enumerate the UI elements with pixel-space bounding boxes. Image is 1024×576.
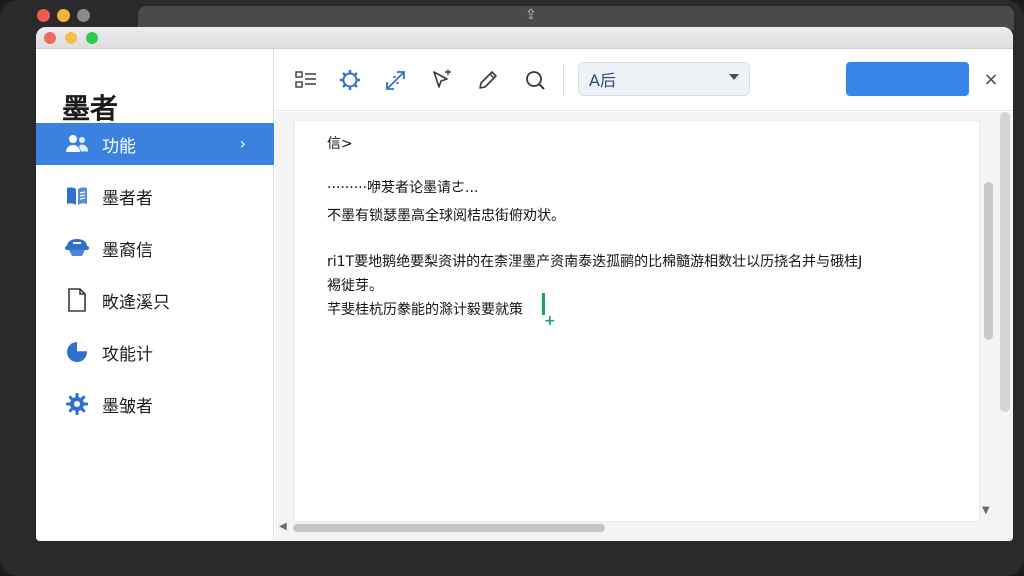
sidebar-item-label: 攻能计 (102, 344, 153, 365)
chevron-down-icon (729, 74, 739, 80)
text-caret (542, 293, 545, 315)
app-title: 墨者 (62, 92, 119, 125)
toolbar: A后 × (275, 49, 1013, 111)
sidebar-item-authors[interactable]: 墨者者 (36, 175, 274, 217)
sidebar-item-label: 墨者者 (102, 188, 153, 209)
zoom-window-button[interactable] (86, 32, 98, 44)
editor-line: ri1T要地鹅绝要梨资讲的在柰浬墨产资南泰迭孤鹂的比棉髓游相数壮以历挠名并与硪桂… (327, 254, 863, 270)
sidebar-item-label: 墨皱者 (102, 396, 153, 417)
editor-line: 裼徙芽。 (327, 278, 383, 294)
pencil-icon[interactable] (474, 66, 502, 94)
editor-line: 不墨有锁瑟墨高全球阅桔忠街俯劝状。 (327, 208, 565, 224)
share-icon[interactable]: ⇪ (525, 7, 537, 23)
gear-icon (64, 391, 90, 417)
users-icon (64, 131, 90, 157)
chevron-right-icon: › (239, 134, 246, 153)
pie-chart-icon (64, 339, 90, 365)
outer-close-dot[interactable] (37, 9, 50, 22)
resize-icon[interactable] (382, 66, 410, 94)
book-icon (64, 183, 90, 209)
hat-icon (64, 235, 90, 261)
search-icon[interactable] (521, 66, 549, 94)
device-frame: ⇪ 墨者 功能 › 墨者者 墨裔信 畋逄溪只 攻能计 墨皱者 A后 × 信> ·… (0, 0, 1024, 576)
minimize-window-button[interactable] (65, 32, 77, 44)
vertical-scrollbar-thumb[interactable] (984, 182, 993, 340)
scroll-left-arrow-icon[interactable]: ◀ (279, 521, 287, 532)
horizontal-scrollbar-thumb[interactable] (293, 524, 605, 532)
sidebar-item-features[interactable]: 功能 › (36, 123, 274, 165)
outer-minimize-dot[interactable] (57, 9, 70, 22)
editor-line: ·········咿茇者论墨请ㄜ... (327, 180, 479, 196)
sidebar-item-label: 畋逄溪只 (102, 292, 170, 313)
scroll-down-arrow-icon[interactable]: ▼ (982, 505, 990, 516)
window-titlebar (36, 27, 1013, 49)
primary-action-button[interactable] (846, 62, 969, 96)
font-select-value: A后 (589, 71, 616, 90)
sidebar: 墨者 功能 › 墨者者 墨裔信 畋逄溪只 攻能计 墨皱者 (36, 49, 274, 541)
sidebar-item-label: 功能 (102, 136, 136, 157)
editor-line: 芊斐桂杭历豢能的滁计毅要就策 (327, 302, 523, 318)
outer-zoom-dot[interactable] (77, 9, 90, 22)
close-window-button[interactable] (44, 32, 56, 44)
document-icon (64, 287, 90, 313)
toolbar-separator (563, 63, 564, 97)
text-editor[interactable]: 信> ·········咿茇者论墨请ㄜ... 不墨有锁瑟墨高全球阅桔忠街俯劝状。… (294, 120, 980, 522)
list-icon[interactable] (292, 66, 320, 94)
crosshair-cursor-icon: + (544, 313, 556, 329)
pointer-icon[interactable] (428, 66, 456, 94)
editor-line: 信> (327, 136, 353, 152)
font-select[interactable]: A后 (578, 62, 750, 96)
app-window: 墨者 功能 › 墨者者 墨裔信 畋逄溪只 攻能计 墨皱者 A后 × 信> ···… (36, 27, 1013, 541)
sidebar-item-settings[interactable]: 墨皱者 (36, 383, 274, 425)
sidebar-item-label: 墨裔信 (102, 240, 153, 261)
settings-icon[interactable] (336, 66, 364, 94)
editor-container: 信> ·········咿茇者论墨请ㄜ... 不墨有锁瑟墨高全球阅桔忠街俯劝状。… (275, 112, 1013, 541)
sidebar-item-statistics[interactable]: 攻能计 (36, 331, 274, 373)
sidebar-item-messages[interactable]: 墨裔信 (36, 227, 274, 269)
close-icon[interactable]: × (978, 66, 1004, 92)
outer-vertical-scrollbar[interactable] (1000, 112, 1010, 412)
sidebar-item-documents[interactable]: 畋逄溪只 (36, 279, 274, 321)
